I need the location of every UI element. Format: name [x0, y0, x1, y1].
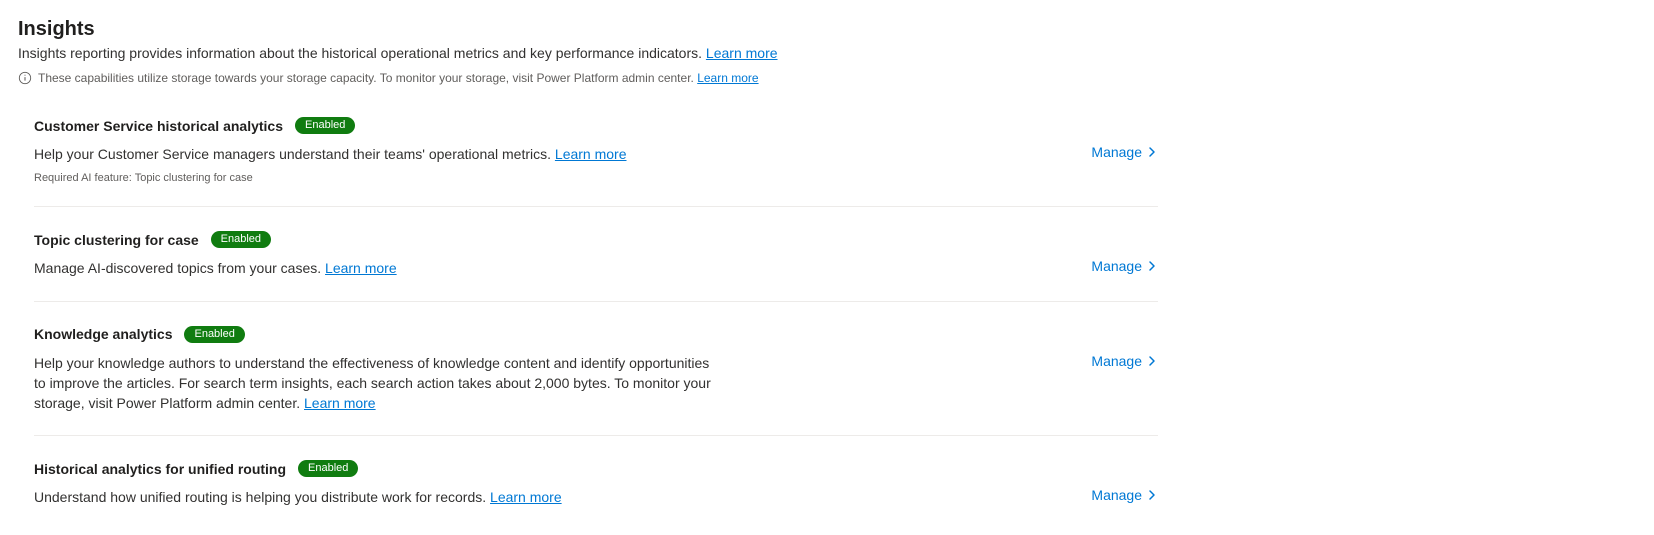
manage-label: Manage — [1091, 353, 1142, 369]
section-learn-more-link[interactable]: Learn more — [555, 146, 627, 162]
section-text-col: Help your knowledge authors to understan… — [34, 353, 714, 414]
chevron-right-icon — [1146, 260, 1158, 272]
section-desc-text: Understand how unified routing is helpin… — [34, 489, 490, 505]
section-learn-more-link[interactable]: Learn more — [304, 395, 376, 411]
section-body: Help your knowledge authors to understan… — [34, 353, 1158, 414]
chevron-right-icon — [1146, 489, 1158, 501]
section-body: Understand how unified routing is helpin… — [34, 487, 1158, 507]
section-desc: Help your Customer Service managers unde… — [34, 144, 627, 164]
section-title: Historical analytics for unified routing — [34, 461, 286, 477]
section-header: Historical analytics for unified routing… — [34, 460, 1158, 477]
section-desc: Help your knowledge authors to understan… — [34, 353, 714, 414]
manage-button[interactable]: Manage — [1091, 144, 1158, 160]
section-historical-analytics-unified-routing: Historical analytics for unified routing… — [34, 436, 1158, 529]
section-note: Required AI feature: Topic clustering fo… — [34, 172, 627, 184]
section-body: Manage AI-discovered topics from your ca… — [34, 258, 1158, 278]
section-title: Customer Service historical analytics — [34, 118, 283, 134]
section-desc-text: Manage AI-discovered topics from your ca… — [34, 260, 325, 276]
chevron-right-icon — [1146, 146, 1158, 158]
manage-button[interactable]: Manage — [1091, 353, 1158, 369]
section-knowledge-analytics: Knowledge analytics Enabled Help your kn… — [34, 302, 1158, 437]
status-badge-enabled: Enabled — [298, 460, 358, 477]
manage-label: Manage — [1091, 258, 1142, 274]
section-header: Topic clustering for case Enabled — [34, 231, 1158, 248]
section-customer-service-historical-analytics: Customer Service historical analytics En… — [34, 93, 1158, 207]
info-icon — [18, 71, 32, 85]
info-bar-text-body: These capabilities utilize storage towar… — [38, 71, 697, 85]
section-title: Knowledge analytics — [34, 326, 172, 342]
status-badge-enabled: Enabled — [295, 117, 355, 134]
section-desc: Understand how unified routing is helpin… — [34, 487, 562, 507]
section-header: Knowledge analytics Enabled — [34, 326, 1158, 343]
section-desc-text: Help your Customer Service managers unde… — [34, 146, 555, 162]
status-badge-enabled: Enabled — [211, 231, 271, 248]
page-subtitle-text: Insights reporting provides information … — [18, 45, 706, 61]
section-topic-clustering-for-case: Topic clustering for case Enabled Manage… — [34, 207, 1158, 301]
section-text-col: Understand how unified routing is helpin… — [34, 487, 562, 507]
status-badge-enabled: Enabled — [184, 326, 244, 343]
section-learn-more-link[interactable]: Learn more — [490, 489, 562, 505]
chevron-right-icon — [1146, 355, 1158, 367]
section-header: Customer Service historical analytics En… — [34, 117, 1158, 134]
page-subtitle: Insights reporting provides information … — [18, 45, 1654, 61]
insights-sections: Customer Service historical analytics En… — [18, 93, 1158, 530]
page-subtitle-learn-more-link[interactable]: Learn more — [706, 45, 778, 61]
section-text-col: Help your Customer Service managers unde… — [34, 144, 627, 184]
manage-label: Manage — [1091, 487, 1142, 503]
manage-button[interactable]: Manage — [1091, 487, 1158, 503]
section-learn-more-link[interactable]: Learn more — [325, 260, 397, 276]
section-body: Help your Customer Service managers unde… — [34, 144, 1158, 184]
page-title: Insights — [18, 18, 1654, 41]
info-bar: These capabilities utilize storage towar… — [18, 71, 1654, 85]
info-bar-learn-more-link[interactable]: Learn more — [697, 71, 758, 85]
manage-label: Manage — [1091, 144, 1142, 160]
manage-button[interactable]: Manage — [1091, 258, 1158, 274]
info-bar-text: These capabilities utilize storage towar… — [38, 71, 759, 85]
section-desc: Manage AI-discovered topics from your ca… — [34, 258, 397, 278]
section-text-col: Manage AI-discovered topics from your ca… — [34, 258, 397, 278]
section-title: Topic clustering for case — [34, 232, 199, 248]
